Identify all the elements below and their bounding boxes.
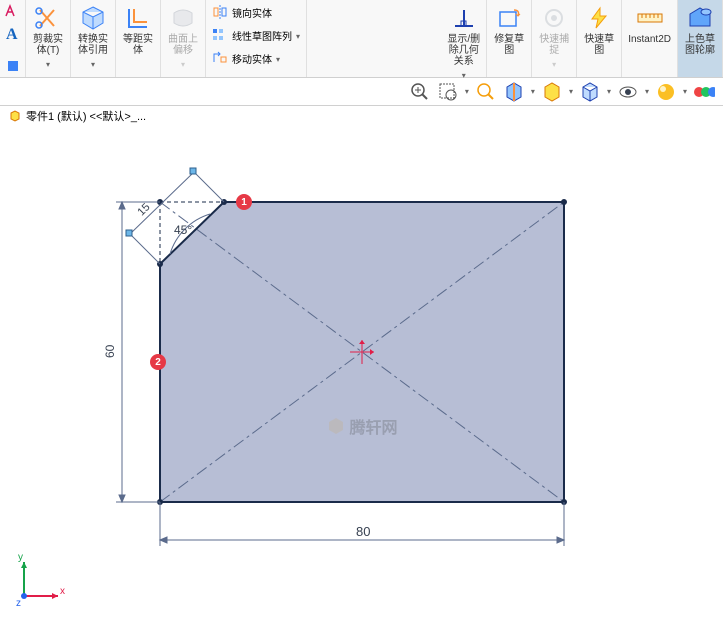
display-rel-group: 显示/删 除几何 关系 ▾ — [441, 0, 487, 77]
transform-group: 镜向实体 线性草图阵列 ▾ 移动实体 ▾ — [206, 0, 307, 77]
text-icon[interactable]: A — [4, 25, 22, 46]
repair-label: 修复草 图 — [494, 34, 524, 56]
watermark-text: 腾轩网 — [349, 414, 397, 438]
shade-icon — [684, 4, 716, 32]
surface-offset-label: 曲面上 偏移 — [168, 34, 198, 56]
rapid-label: 快速草 图 — [584, 34, 614, 56]
quicksnap-group: 快速捕 捉 ▾ — [532, 0, 577, 77]
offset-button[interactable]: 等距实 体 — [120, 2, 156, 58]
annotation-badge-1: 1 — [236, 194, 252, 210]
trim-button[interactable]: 剪裁实 体(T) — [30, 2, 66, 58]
repair-button[interactable]: 修复草 图 — [491, 2, 527, 58]
snap-icon — [538, 4, 570, 32]
move-button[interactable]: 移动实体 ▾ — [210, 48, 302, 68]
secondary-toolbar: ▾ ▾ ▾ ▾ ▾ ▾ — [0, 78, 723, 106]
dropdown-arrow-icon: ▾ — [552, 60, 556, 69]
height-dim: 60 — [103, 344, 117, 358]
repair-group: 修复草 图 — [487, 0, 532, 77]
dropdown-arrow-icon[interactable]: ▾ — [645, 87, 649, 96]
part-icon — [8, 109, 22, 123]
view-tools: ▾ ▾ ▾ ▾ ▾ ▾ — [409, 81, 715, 103]
perpendicular-icon — [448, 4, 480, 32]
display-rel-label: 显示/删 除几何 关系 — [447, 34, 480, 67]
pattern-label: 线性草图阵列 — [232, 28, 292, 43]
convert-group: 转换实 体引用 ▾ — [71, 0, 116, 77]
offset-label: 等距实 体 — [123, 34, 153, 56]
dropdown-arrow-icon: ▾ — [276, 55, 280, 64]
convert-button[interactable]: 转换实 体引用 — [75, 2, 111, 58]
dropdown-arrow-icon: ▾ — [181, 60, 185, 69]
pattern-icon — [212, 27, 228, 43]
annotation-badge-2: 2 — [150, 354, 166, 370]
svg-text:A: A — [6, 26, 18, 43]
section-icon[interactable] — [503, 81, 525, 103]
prev-view-icon[interactable] — [475, 81, 497, 103]
scene-icon[interactable] — [693, 81, 715, 103]
watermark: 腾轩网 — [325, 414, 397, 438]
instant-label: Instant2D — [628, 34, 671, 45]
cube-icon — [77, 4, 109, 32]
hide-show-icon[interactable] — [617, 81, 639, 103]
ribbon-toolbar: A 剪裁实 体(T) ▾ 转换实 体引用 ▾ 等距实 体 — [0, 0, 723, 78]
convert-label: 转换实 体引用 — [78, 34, 108, 56]
surface-icon — [167, 4, 199, 32]
dropdown-arrow-icon[interactable]: ▾ — [531, 87, 535, 96]
shade-label: 上色草 图轮廓 — [685, 34, 715, 56]
repair-icon — [493, 4, 525, 32]
width-dim: 80 — [356, 524, 370, 539]
dropdown-arrow-icon[interactable]: ▾ — [465, 87, 469, 96]
lightning-icon — [583, 4, 615, 32]
canvas[interactable]: 45° 15 60 80 1 2 — [0, 126, 723, 620]
instant-group: Instant2D — [622, 0, 678, 77]
offset-group: 等距实 体 — [116, 0, 161, 77]
shade-button[interactable]: 上色草 图轮廓 — [682, 2, 718, 58]
dropdown-arrow-icon: ▾ — [296, 32, 300, 41]
trim-group: 剪裁实 体(T) ▾ — [26, 0, 71, 77]
display-style-icon[interactable] — [579, 81, 601, 103]
rapid-button[interactable]: 快速草 图 — [581, 2, 617, 58]
axis-triad: x y z — [10, 550, 70, 610]
mirror-icon — [212, 4, 228, 20]
rapid-group: 快速草 图 — [577, 0, 622, 77]
offset-icon — [122, 4, 154, 32]
watermark-icon — [325, 416, 345, 436]
move-label: 移动实体 — [232, 51, 272, 66]
orient-icon[interactable] — [541, 81, 563, 103]
display-rel-button[interactable]: 显示/删 除几何 关系 — [445, 2, 482, 69]
axis-z-label: z — [16, 598, 21, 609]
move-icon — [212, 50, 228, 66]
zoom-area-icon[interactable] — [437, 81, 459, 103]
sketch-icon[interactable] — [4, 2, 22, 21]
instant-button[interactable]: Instant2D — [626, 2, 673, 47]
trim-label: 剪裁实 体(T) — [33, 34, 63, 56]
axis-y-label: y — [18, 552, 23, 563]
dropdown-arrow-icon[interactable]: ▾ — [46, 60, 50, 69]
dropdown-arrow-icon[interactable]: ▾ — [683, 87, 687, 96]
dropdown-arrow-icon[interactable]: ▾ — [569, 87, 573, 96]
breadcrumb-text[interactable]: 零件1 (默认) <<默认>_... — [26, 108, 146, 124]
axis-x-label: x — [60, 586, 65, 597]
angle-dim: 45° — [174, 223, 192, 237]
quicksnap-label: 快速捕 捉 — [539, 34, 569, 56]
mirror-button[interactable]: 镜向实体 — [210, 2, 302, 22]
left-tool-strip: A — [0, 0, 26, 77]
zoom-fit-icon[interactable] — [409, 81, 431, 103]
ruler-icon — [634, 4, 666, 32]
appearance-icon[interactable] — [655, 81, 677, 103]
dropdown-arrow-icon[interactable]: ▾ — [607, 87, 611, 96]
chamfer-dim: 15 — [135, 201, 152, 218]
mirror-label: 镜向实体 — [232, 5, 272, 20]
surface-offset-button: 曲面上 偏移 — [165, 2, 201, 58]
dropdown-arrow-icon[interactable]: ▾ — [91, 60, 95, 69]
rect-icon[interactable] — [7, 60, 19, 75]
quicksnap-button: 快速捕 捉 — [536, 2, 572, 58]
shade-group: 上色草 图轮廓 — [678, 0, 723, 77]
breadcrumb: 零件1 (默认) <<默认>_... — [0, 106, 723, 126]
surface-offset-group: 曲面上 偏移 ▾ — [161, 0, 206, 77]
scissors-icon — [32, 4, 64, 32]
sketch-svg: 45° 15 60 80 — [0, 126, 723, 620]
pattern-button[interactable]: 线性草图阵列 ▾ — [210, 25, 302, 45]
